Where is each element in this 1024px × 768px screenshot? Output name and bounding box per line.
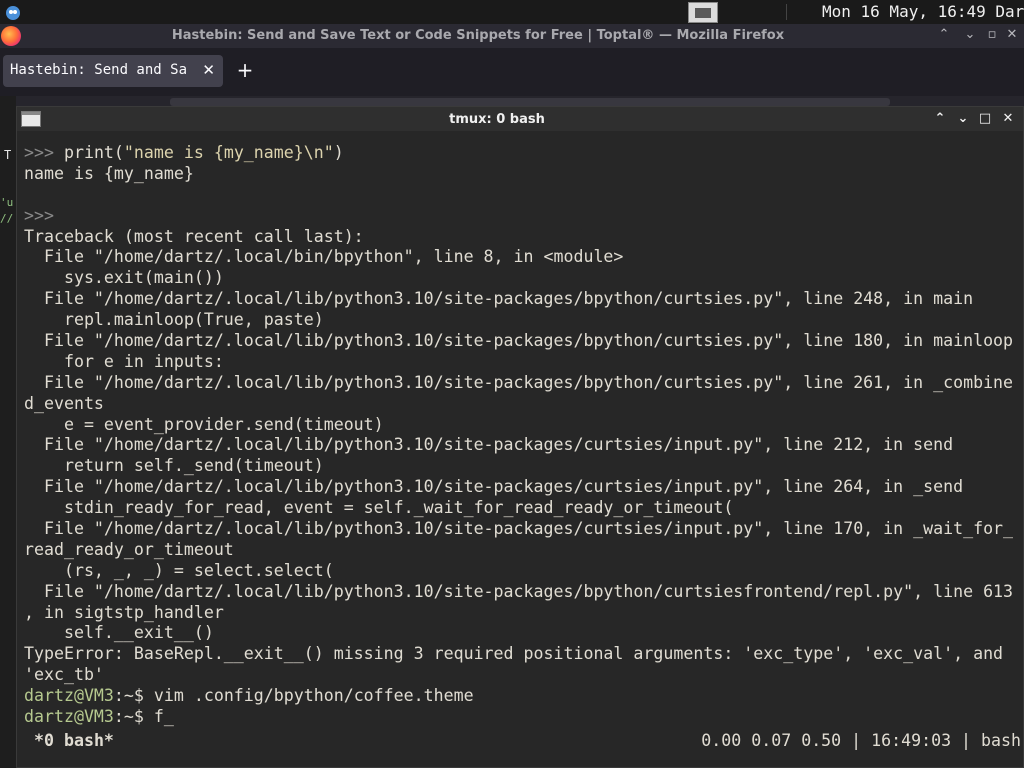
terminal-text-segment: File "/home/dartz/.local/lib/python3.10/… [24,372,1014,392]
terminal-text-segment: File "/home/dartz/.local/lib/python3.10/… [24,331,1014,351]
terminal-line: dartz@VM3:~$ f_ [24,707,1022,728]
clock-text: Mon 16 May, 16:49 [822,2,986,21]
terminal-line: File "/home/dartz/.local/lib/python3.10/… [24,435,1022,456]
terminal-line: self.__exit__() [24,623,1022,644]
terminal-line: sys.exit(main()) [24,268,1022,289]
firefox-maximize-button[interactable]: ▫ [984,27,1000,43]
tmux-window-label[interactable]: *0 bash* [34,731,114,750]
terminal-text-segment: File "/home/dartz/.local/lib/python3.10/… [24,435,954,455]
terminal-text-segment: :~$ vim .config/bpython/coffee.theme [113,686,474,706]
terminal-text-segment: (rs, _, _) = select.select( [24,560,334,580]
terminal-line: File "/home/dartz/.local/lib/python3.10/… [24,477,1022,498]
terminal-text-segment: e = event_provider.send(timeout) [24,414,384,434]
terminal-text-segment: d_events [24,393,104,413]
tmux-terminal-window[interactable]: tmux: 0 bash ⌃ ⌄ □ ✕ >>> print("name is … [16,106,1024,768]
terminal-line: File "/home/dartz/.local/lib/python3.10/… [24,373,1022,394]
terminal-line: 'exc_tb' [24,665,1022,686]
firefox-toolbar-peek [16,96,1024,106]
terminal-text-segment: for e in inputs: [24,351,224,371]
new-tab-button[interactable]: + [235,60,255,80]
terminal-title: tmux: 0 bash [449,112,545,127]
peek-text-u: 'u [0,196,14,209]
window-switcher-icon[interactable] [688,2,718,23]
terminal-close-button[interactable]: ✕ [999,110,1017,128]
terminal-text-segment: dartz@VM3 [24,707,114,727]
terminal-line: return self._send(timeout) [24,456,1022,477]
firefox-minimize-button[interactable]: ⌃ [936,27,952,43]
terminal-text-segment: "name is {my_name}\n" [123,143,334,162]
terminal-line: File "/home/dartz/.local/lib/python3.10/… [24,519,1022,540]
terminal-text-segment: read_ready_or_timeout [24,539,234,559]
terminal-text-segment: , in sigtstp_handler [24,602,224,622]
firefox-restore-button[interactable]: ⌄ [962,27,978,43]
terminal-text-segment: File "/home/dartz/.local/lib/python3.10/… [24,289,974,309]
terminal-text-segment: self.__exit__() [24,623,214,643]
terminal-line: File "/home/dartz/.local/lib/python3.10/… [24,331,1022,352]
top-panel: Mon 16 May, 16:49 Dartz [0,0,1024,24]
terminal-line: stdin_ready_for_read, event = self._wait… [24,498,1022,519]
terminal-line: File "/home/dartz/.local/lib/python3.10/… [24,582,1022,603]
tab-hastebin[interactable]: Hastebin: Send and Sa ✕ [3,55,223,87]
terminal-titlebar[interactable]: tmux: 0 bash ⌃ ⌄ □ ✕ [17,107,1023,131]
terminal-maximize-button[interactable]: □ [976,110,994,128]
terminal-text-segment: return self._send(timeout) [24,456,324,476]
terminal-shade-up-button[interactable]: ⌃ [931,110,949,128]
terminal-text-segment: File "/home/dartz/.local/lib/python3.10/… [24,477,964,497]
tmux-status-right: 0.00 0.07 0.50 | 16:49:03 | bash [701,731,1021,750]
tab-label: Hastebin: Send and Sa [10,62,188,78]
terminal-line: read_ready_or_timeout [24,540,1022,561]
firefox-tab-strip: Hastebin: Send and Sa ✕ + [0,48,1024,96]
terminal-text-segment: File "/home/dartz/.local/lib/python3.10/… [24,581,1014,601]
terminal-line: Traceback (most recent call last): [24,227,1022,248]
terminal-text-segment: Traceback (most recent call last): [24,226,364,246]
terminal-line: repl.mainloop(True, paste) [24,310,1022,331]
terminal-text-segment: print( [63,143,124,162]
terminal-text-segment: sys.exit(main()) [24,268,224,288]
app-menu-icon[interactable] [4,3,22,21]
terminal-text-segment: repl.mainloop(True, paste) [24,310,324,330]
terminal-line: TypeError: BaseRepl.__exit__() missing 3… [24,644,1022,665]
terminal-line: (rs, _, _) = select.select( [24,561,1022,582]
terminal-text-segment: File "/home/dartz/.local/bin/bpython", l… [24,247,624,267]
peek-text-slash: // [0,212,14,225]
firefox-window-title: Hastebin: Send and Save Text or Code Sni… [171,28,785,43]
terminal-line: , in sigtstp_handler [24,603,1022,624]
terminal-text-segment: TypeError: BaseRepl.__exit__() missing 3… [24,644,1004,664]
terminal-line: >>> print("name is {my_name}\n") [24,143,1022,164]
terminal-text-segment: ) [333,143,344,162]
firefox-close-button[interactable]: ✕ [1004,27,1020,43]
terminal-output[interactable]: >>> print("name is {my_name}\n") name is … [24,143,1022,733]
terminal-text-segment: dartz@VM3 [24,686,114,706]
terminal-line: dartz@VM3:~$ vim .config/bpython/coffee.… [24,686,1022,707]
terminal-text-segment: name is {my_name} [24,163,194,183]
peek-text-t: T [4,148,12,162]
terminal-text-segment: stdin_ready_for_read, event = self._wait… [24,498,734,518]
terminal-text-segment: >>> [24,205,54,225]
terminal-text-segment: >>> [24,143,64,162]
terminal-line: File "/home/dartz/.local/lib/python3.10/… [24,289,1022,310]
tmux-status-bar: *0 bash* 0.00 0.07 0.50 | 16:49:03 | bas… [24,731,1022,753]
firefox-content-peek: T 'u // [0,96,16,768]
panel-separator [786,4,787,20]
terminal-minimize-button[interactable]: ⌄ [954,110,972,128]
terminal-line: d_events [24,394,1022,415]
terminal-text-segment: 'exc_tb' [24,665,104,685]
terminal-text-segment: :~$ f_ [113,707,174,727]
user-name[interactable]: Dartz [995,2,1024,21]
clock[interactable]: Mon 16 May, 16:49 Dartz [822,2,1024,21]
firefox-titlebar: Hastebin: Send and Save Text or Code Sni… [0,24,1024,48]
terminal-line: for e in inputs: [24,352,1022,373]
tab-close-icon[interactable]: ✕ [202,61,215,79]
terminal-text-segment: File "/home/dartz/.local/lib/python3.10/… [24,519,1014,539]
urlbar-peek [170,98,890,106]
terminal-line: e = event_provider.send(timeout) [24,415,1022,436]
terminal-line: >>> [24,206,1022,227]
terminal-line: File "/home/dartz/.local/bin/bpython", l… [24,247,1022,268]
terminal-line: name is {my_name} [24,164,1022,185]
